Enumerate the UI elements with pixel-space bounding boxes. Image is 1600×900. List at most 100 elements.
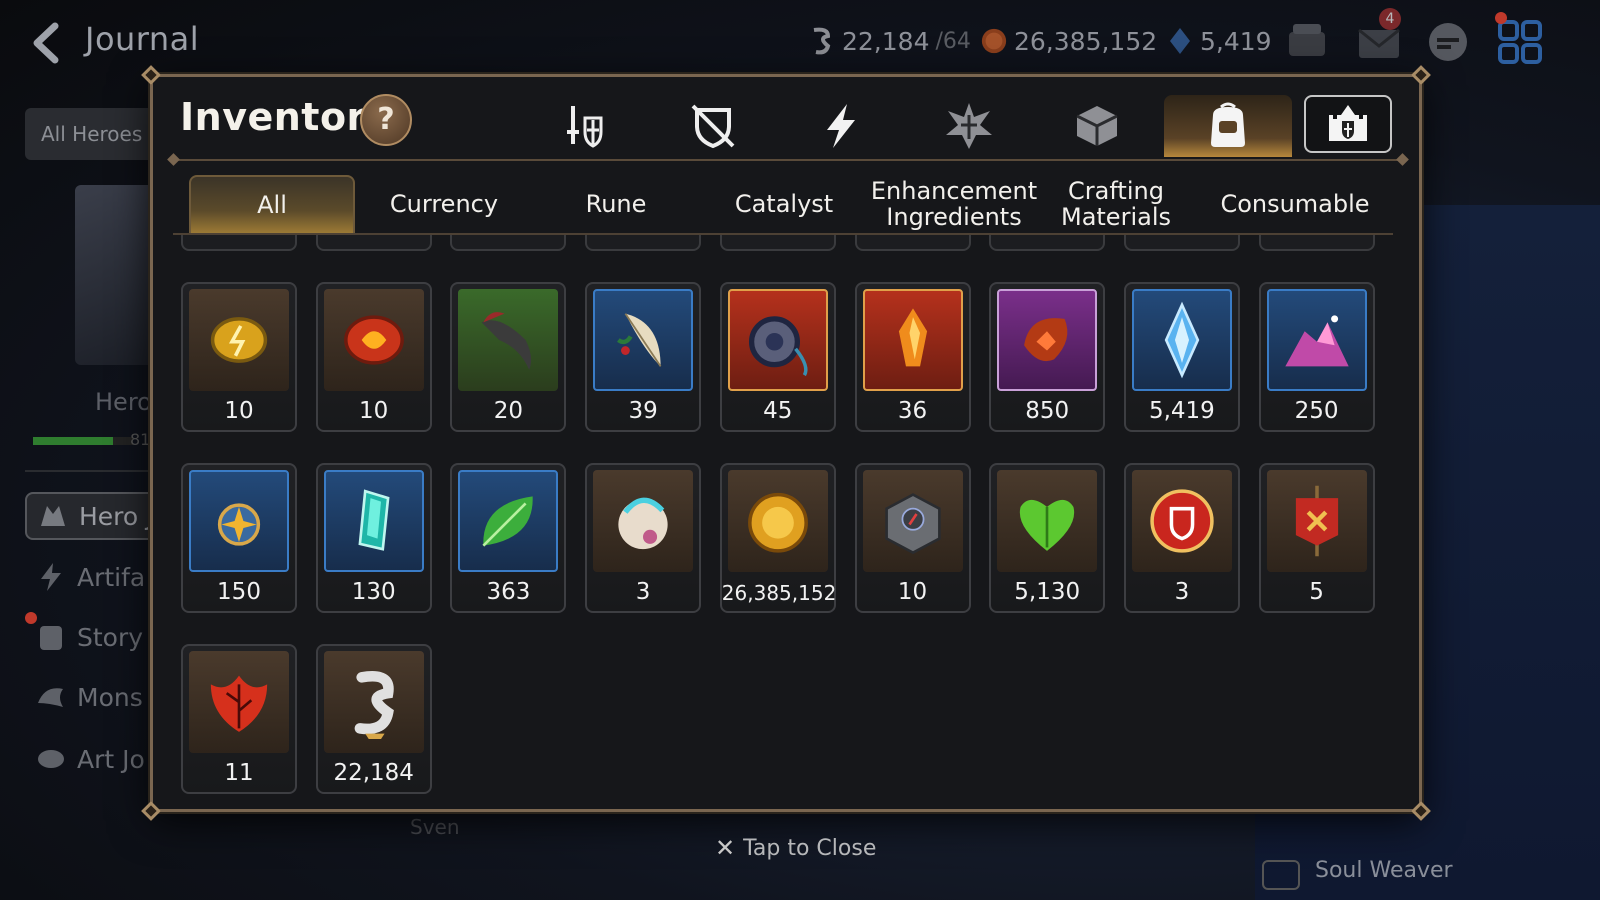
help-button[interactable]: ? <box>360 94 412 146</box>
skystone-value: 22,184 <box>842 26 930 56</box>
inventory-item[interactable]: 150 <box>181 463 297 613</box>
item-quantity: 250 <box>1294 398 1339 424</box>
close-button[interactable]: ✕ Tap to Close <box>715 834 876 862</box>
feather-icon <box>617 313 662 367</box>
pet-orb-icon <box>618 497 668 550</box>
background-label: Sven <box>410 815 460 839</box>
tab-items[interactable] <box>1164 95 1292 157</box>
tab-artifact[interactable] <box>791 95 891 157</box>
inventory-item[interactable]: 3 <box>1123 463 1240 613</box>
item-quantity: 150 <box>217 579 261 605</box>
inventory-item[interactable]: 130 <box>315 463 432 613</box>
menu-label: Hero J <box>79 501 154 531</box>
item-quantity: 5,130 <box>1014 579 1081 605</box>
item-quantity: 10 <box>359 398 389 424</box>
inventory-item[interactable]: 10 <box>854 463 971 613</box>
collection-progress-bar <box>33 437 133 445</box>
tab-enhancement-ingredients[interactable]: Enhancement Ingredients <box>869 175 1039 233</box>
divider <box>25 470 155 472</box>
inventory-item[interactable]: 10 <box>315 282 432 432</box>
item-art <box>593 470 694 572</box>
hero-filter-dropdown[interactable]: All Heroes <box>25 108 165 160</box>
tab-materials[interactable] <box>1047 95 1147 157</box>
inventory-item[interactable]: 26,385,152 <box>719 463 836 613</box>
inventory-item[interactable]: 36 <box>854 282 971 432</box>
item-quantity: 850 <box>1025 398 1070 424</box>
inventory-item[interactable]: 11 <box>181 644 297 794</box>
tab-catalyst[interactable]: Catalyst <box>709 175 859 233</box>
tab-crafting-materials[interactable]: Crafting Materials <box>1051 175 1181 233</box>
mystic-icon <box>1170 28 1190 54</box>
emblem-icon <box>946 103 992 149</box>
inventory-item[interactable]: 39 <box>585 282 702 432</box>
mystic-counter: 5,419 <box>1166 24 1272 58</box>
art-icon <box>38 750 64 768</box>
item-art <box>862 289 963 391</box>
menu-art-journal[interactable]: Art Jo <box>35 735 160 783</box>
gold-coin-icon <box>747 492 808 553</box>
item-quantity: 45 <box>763 398 793 424</box>
inventory-item[interactable]: 22,184 <box>315 644 432 794</box>
monster-icon <box>38 688 63 707</box>
item-quantity: 130 <box>351 579 396 605</box>
item-slot-partial <box>585 235 702 251</box>
inventory-item[interactable]: 5 <box>1258 463 1375 613</box>
item-quantity: 3 <box>1174 579 1190 605</box>
header-divider <box>173 159 1403 161</box>
close-label: Tap to Close <box>743 835 877 861</box>
inventory-item[interactable]: 20 <box>450 282 567 432</box>
backpack-icon <box>1211 102 1245 147</box>
menu-monster[interactable]: Mons <box>35 673 160 721</box>
gold-counter: 26,385,152 <box>980 24 1157 58</box>
gold-icon <box>981 28 1007 54</box>
tab-currency[interactable]: Currency <box>369 175 519 233</box>
menu-label: Artifa <box>77 562 146 592</box>
tab-equipment[interactable] <box>535 95 635 157</box>
item-quantity: 39 <box>628 398 658 424</box>
scrolled-row <box>153 235 1419 255</box>
inventory-modal: Inventory ? All Currency Rune Catalyst E… <box>141 65 1431 821</box>
shop-icon[interactable] <box>1283 18 1331 66</box>
skystone-icon <box>813 27 831 55</box>
item-art <box>997 470 1098 572</box>
compass-box-icon <box>884 493 941 555</box>
item-art <box>458 289 559 391</box>
menu-grid-icon[interactable] <box>1496 18 1544 66</box>
item-art <box>862 470 963 572</box>
tab-rune[interactable]: Rune <box>541 175 691 233</box>
back-arrow-icon[interactable] <box>25 18 75 68</box>
item-art <box>727 470 828 572</box>
inventory-item[interactable]: 850 <box>989 282 1106 432</box>
item-art <box>189 470 289 572</box>
inventory-item[interactable]: 250 <box>1258 282 1375 432</box>
item-art <box>1131 289 1232 391</box>
fortress-icon <box>1329 105 1367 141</box>
item-art <box>1266 289 1367 391</box>
green-heart-icon <box>1020 499 1075 551</box>
mystic-medal-icon <box>1164 301 1200 379</box>
inventory-item[interactable]: 10 <box>181 282 297 432</box>
tab-specialty[interactable] <box>919 95 1019 157</box>
menu-story[interactable]: Story <box>35 613 160 661</box>
item-grid[interactable]: 10 10 20 39 45 36 850 5,419 250 150 130 363 3 26,385,… <box>153 235 1419 810</box>
inventory-item[interactable]: 5,419 <box>1123 282 1240 432</box>
crossed-shield-icon <box>691 104 735 149</box>
tab-storage[interactable] <box>1304 95 1392 153</box>
page-title: Journal <box>85 20 200 58</box>
mystic-value: 5,419 <box>1200 26 1272 56</box>
menu-artifact[interactable]: Artifa <box>35 553 160 601</box>
inventory-item[interactable]: 363 <box>450 463 567 613</box>
inventory-item[interactable]: 45 <box>719 282 836 432</box>
tab-equipment-locked[interactable] <box>663 95 763 157</box>
inventory-item[interactable]: 5,130 <box>989 463 1106 613</box>
tab-all[interactable]: All <box>189 175 355 233</box>
item-quantity: 10 <box>224 398 254 424</box>
modal-header: Inventory ? <box>153 77 1419 159</box>
tab-consumable[interactable]: Consumable <box>1207 175 1383 233</box>
top-bar: Journal 22,184/64 26,385,152 5,419 4 <box>0 0 1600 80</box>
progress-fill <box>33 437 113 445</box>
chat-icon[interactable] <box>1424 18 1472 66</box>
menu-hero-journal[interactable]: Hero J <box>25 492 160 540</box>
inventory-item[interactable]: 3 <box>585 463 702 613</box>
item-slot-partial <box>450 235 567 251</box>
